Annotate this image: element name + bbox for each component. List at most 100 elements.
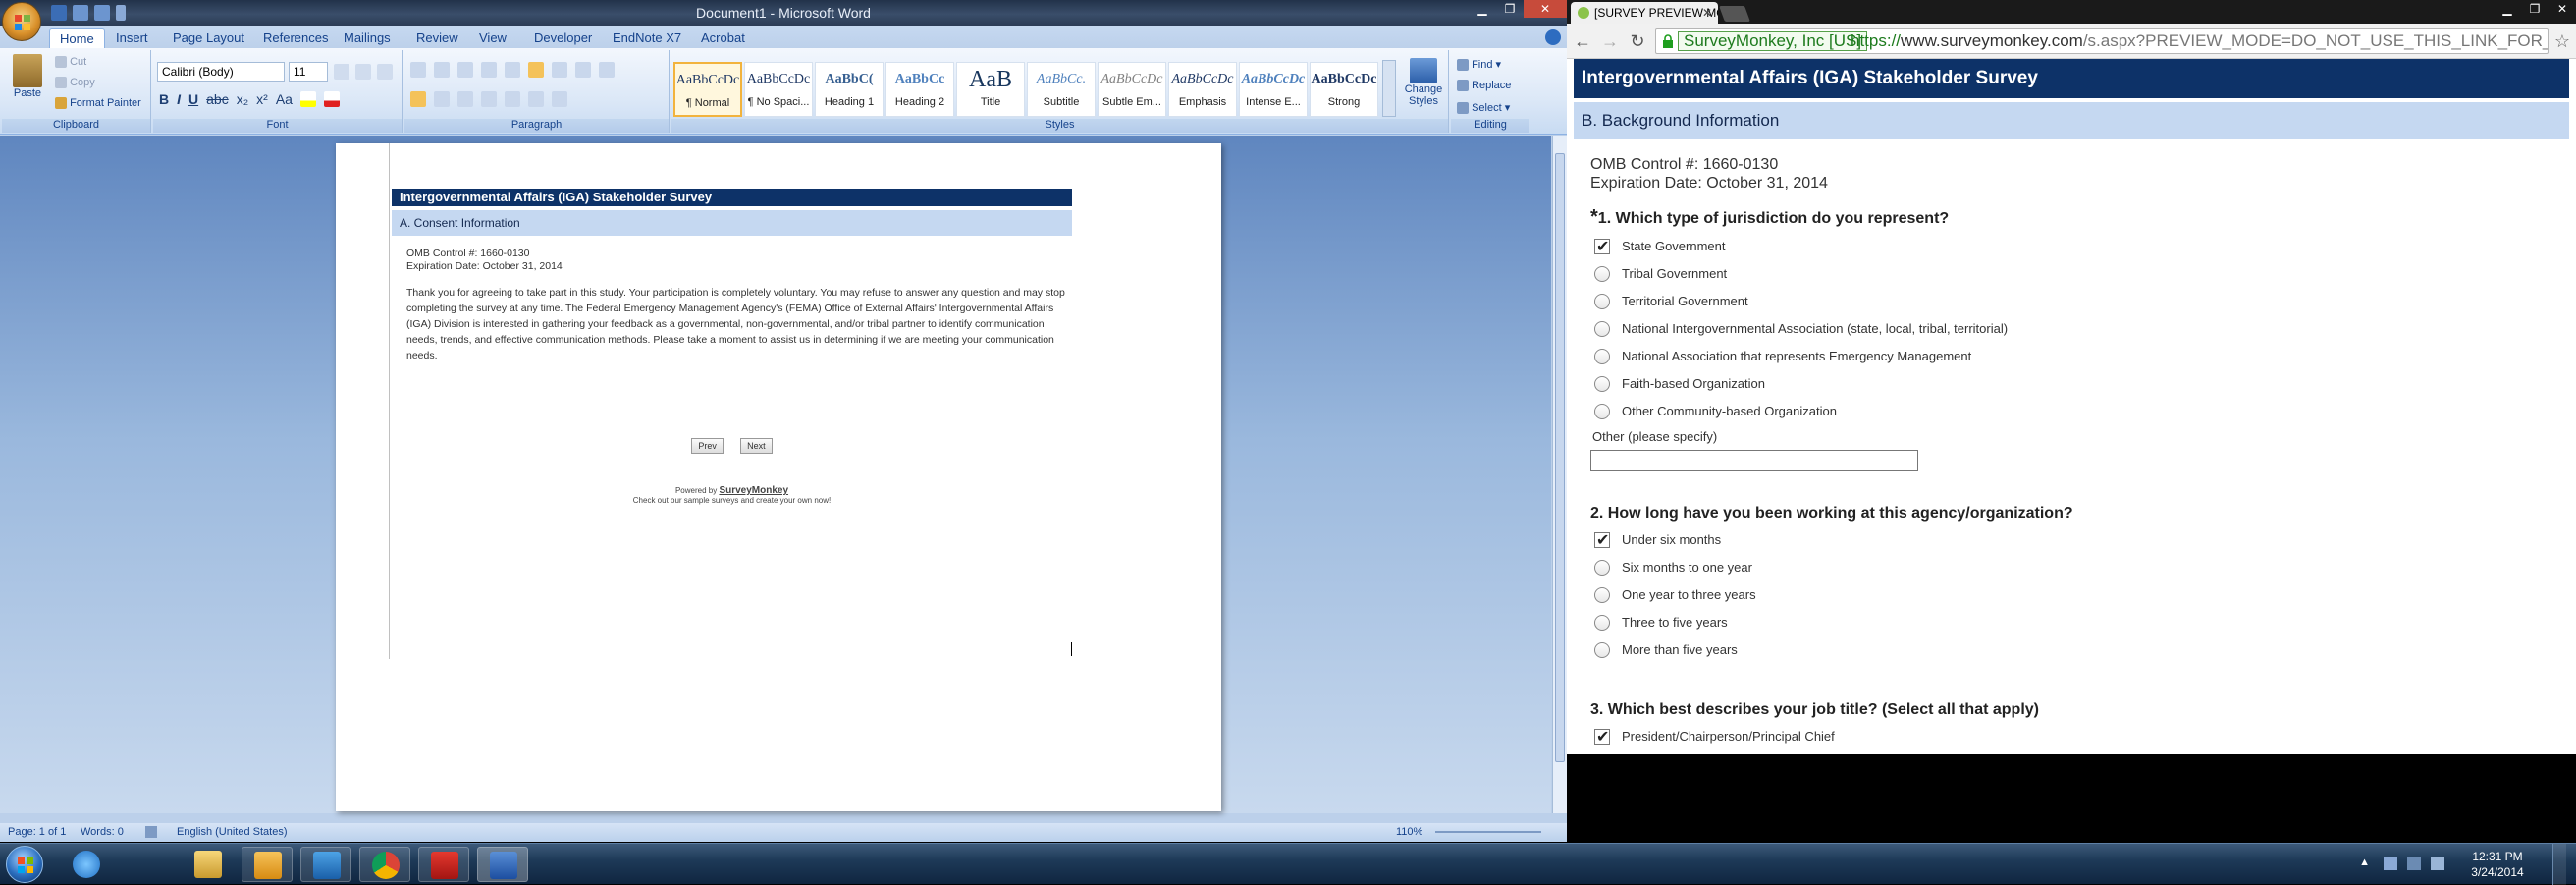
styles-scroll[interactable] [1382, 60, 1396, 117]
ltr-icon[interactable] [528, 62, 544, 78]
other-specify-input[interactable] [1590, 450, 1918, 471]
surveymonkey-link[interactable]: SurveyMonkey [719, 485, 788, 496]
radio-button[interactable] [1594, 376, 1610, 392]
radio-button[interactable] [1594, 642, 1610, 658]
rtl-icon[interactable] [552, 62, 567, 78]
align-right-icon[interactable] [457, 91, 473, 107]
word-vertical-scrollbar[interactable] [1552, 136, 1567, 813]
q2-option[interactable]: Three to five years [1590, 609, 2562, 636]
forward-icon[interactable]: → [1600, 31, 1620, 51]
taskbar-acrobat[interactable] [418, 847, 469, 882]
subscript-icon[interactable]: x₂ [237, 91, 248, 107]
proofing-icon[interactable] [145, 826, 157, 838]
minimize-icon[interactable]: ▁ [1469, 0, 1496, 18]
radio-button[interactable] [1594, 587, 1610, 603]
style-heading-2[interactable]: AaBbCc Heading 2 [886, 62, 954, 117]
ev-certificate-badge[interactable]: SurveyMonkey, Inc [US] [1678, 31, 1868, 51]
office-button[interactable] [2, 2, 41, 41]
bookmark-star-icon[interactable]: ☆ [2554, 31, 2570, 52]
document-page[interactable]: Intergovernmental Affairs (IGA) Stakehol… [336, 143, 1221, 811]
cut-button[interactable]: Cut [55, 56, 86, 69]
tray-expand-icon[interactable]: ▲ [2359, 857, 2370, 868]
q2-option[interactable]: Six months to one year [1590, 554, 2562, 581]
align-left-icon[interactable] [410, 91, 426, 107]
paste-button[interactable]: Paste [10, 54, 45, 99]
style-subtitle[interactable]: AaBbCc. Subtitle [1027, 62, 1096, 117]
change-case-icon[interactable]: Aa [276, 91, 293, 107]
tab-page-layout[interactable]: Page Layout [163, 28, 254, 48]
align-center-icon[interactable] [434, 91, 450, 107]
sort-icon[interactable] [575, 62, 591, 78]
decrease-indent-icon[interactable] [481, 62, 497, 78]
start-button[interactable] [6, 846, 43, 883]
style-no-spacing[interactable]: AaBbCcDc ¶ No Spaci... [744, 62, 813, 117]
font-color-icon[interactable] [323, 91, 340, 107]
radio-button[interactable] [1594, 615, 1610, 631]
q1-option[interactable]: Territorial Government [1590, 288, 2562, 315]
style-normal[interactable]: AaBbCcDc ¶ Normal [673, 62, 742, 117]
shading-icon[interactable] [528, 91, 544, 107]
taskbar-internet-explorer[interactable] [61, 847, 112, 882]
style-strong[interactable]: AaBbCcDc Strong [1310, 62, 1378, 117]
numbering-icon[interactable] [434, 62, 450, 78]
q1-option[interactable]: National Intergovernmental Association (… [1590, 315, 2562, 343]
volume-icon[interactable] [2431, 857, 2444, 870]
browser-tab[interactable]: [SURVEY PREVIEW MODE] ✕ [1571, 2, 1718, 24]
taskbar-word[interactable] [477, 847, 528, 882]
underline-icon[interactable]: U [188, 91, 198, 107]
selected-checkmark[interactable] [1594, 527, 1610, 555]
radio-button[interactable] [1594, 349, 1610, 364]
q2-option[interactable]: More than five years [1590, 636, 2562, 664]
show-marks-icon[interactable] [599, 62, 615, 78]
close-tab-icon[interactable]: ✕ [1702, 6, 1712, 20]
format-painter-button[interactable]: Format Painter [55, 97, 141, 110]
minimize-icon[interactable]: ▁ [2494, 0, 2521, 18]
radio-button[interactable] [1594, 404, 1610, 419]
radio-button[interactable] [1594, 321, 1610, 337]
system-clock[interactable]: 12:31 PM 3/24/2014 [2458, 849, 2537, 880]
line-spacing-icon[interactable] [505, 91, 520, 107]
tab-references[interactable]: References [253, 28, 338, 48]
tab-endnote[interactable]: EndNote X7 [603, 28, 691, 48]
style-emphasis[interactable]: AaBbCcDc Emphasis [1168, 62, 1237, 117]
change-styles-button[interactable]: Change Styles [1402, 58, 1445, 107]
grow-font-icon[interactable] [334, 64, 349, 80]
selected-checkmark[interactable] [1594, 234, 1610, 261]
status-words[interactable]: Words: 0 [80, 826, 124, 838]
radio-button[interactable] [1594, 560, 1610, 576]
q1-option[interactable]: Faith-based Organization [1590, 370, 2562, 398]
status-page[interactable]: Page: 1 of 1 [8, 826, 66, 838]
status-zoom[interactable]: 110% [1396, 826, 1422, 838]
reload-icon[interactable]: ↻ [1628, 31, 1647, 51]
style-heading-1[interactable]: AaBbC(Heading 1 [815, 62, 884, 117]
highlight-icon[interactable] [299, 91, 316, 107]
justify-icon[interactable] [481, 91, 497, 107]
network-icon[interactable] [2407, 857, 2421, 870]
radio-button[interactable] [1594, 266, 1610, 282]
new-tab-button[interactable] [1719, 6, 1750, 22]
superscript-icon[interactable]: x² [256, 91, 268, 107]
tab-mailings[interactable]: Mailings [334, 28, 401, 48]
q2-option[interactable]: One year to three years [1590, 581, 2562, 609]
q1-option[interactable]: Other Community-based Organization [1590, 398, 2562, 425]
italic-icon[interactable]: I [177, 91, 181, 107]
shrink-font-icon[interactable] [355, 64, 371, 80]
prev-button[interactable]: Prev [691, 438, 724, 454]
show-desktop-button[interactable] [2552, 844, 2566, 885]
style-subtle-emphasis[interactable]: AaBbCcDc Subtle Em... [1098, 62, 1166, 117]
q1-option[interactable]: National Association that represents Eme… [1590, 343, 2562, 370]
tray-flag-icon[interactable] [2384, 857, 2397, 870]
close-icon[interactable]: ✕ [2549, 0, 2576, 18]
q2-option[interactable]: Under six months [1590, 526, 2562, 555]
maximize-icon[interactable]: ❐ [1496, 0, 1524, 18]
copy-button[interactable]: Copy [55, 77, 95, 89]
address-bar[interactable]: SurveyMonkey, Inc [US] https://www.surve… [1655, 28, 2549, 54]
clear-formatting-icon[interactable] [377, 64, 393, 80]
close-icon[interactable]: ✕ [1524, 0, 1567, 18]
taskbar-outlook[interactable] [242, 847, 293, 882]
q1-option[interactable]: State Government [1590, 233, 2562, 261]
status-language[interactable]: English (United States) [177, 826, 288, 838]
bullets-icon[interactable] [410, 62, 426, 78]
multilevel-list-icon[interactable] [457, 62, 473, 78]
borders-icon[interactable] [552, 91, 567, 107]
